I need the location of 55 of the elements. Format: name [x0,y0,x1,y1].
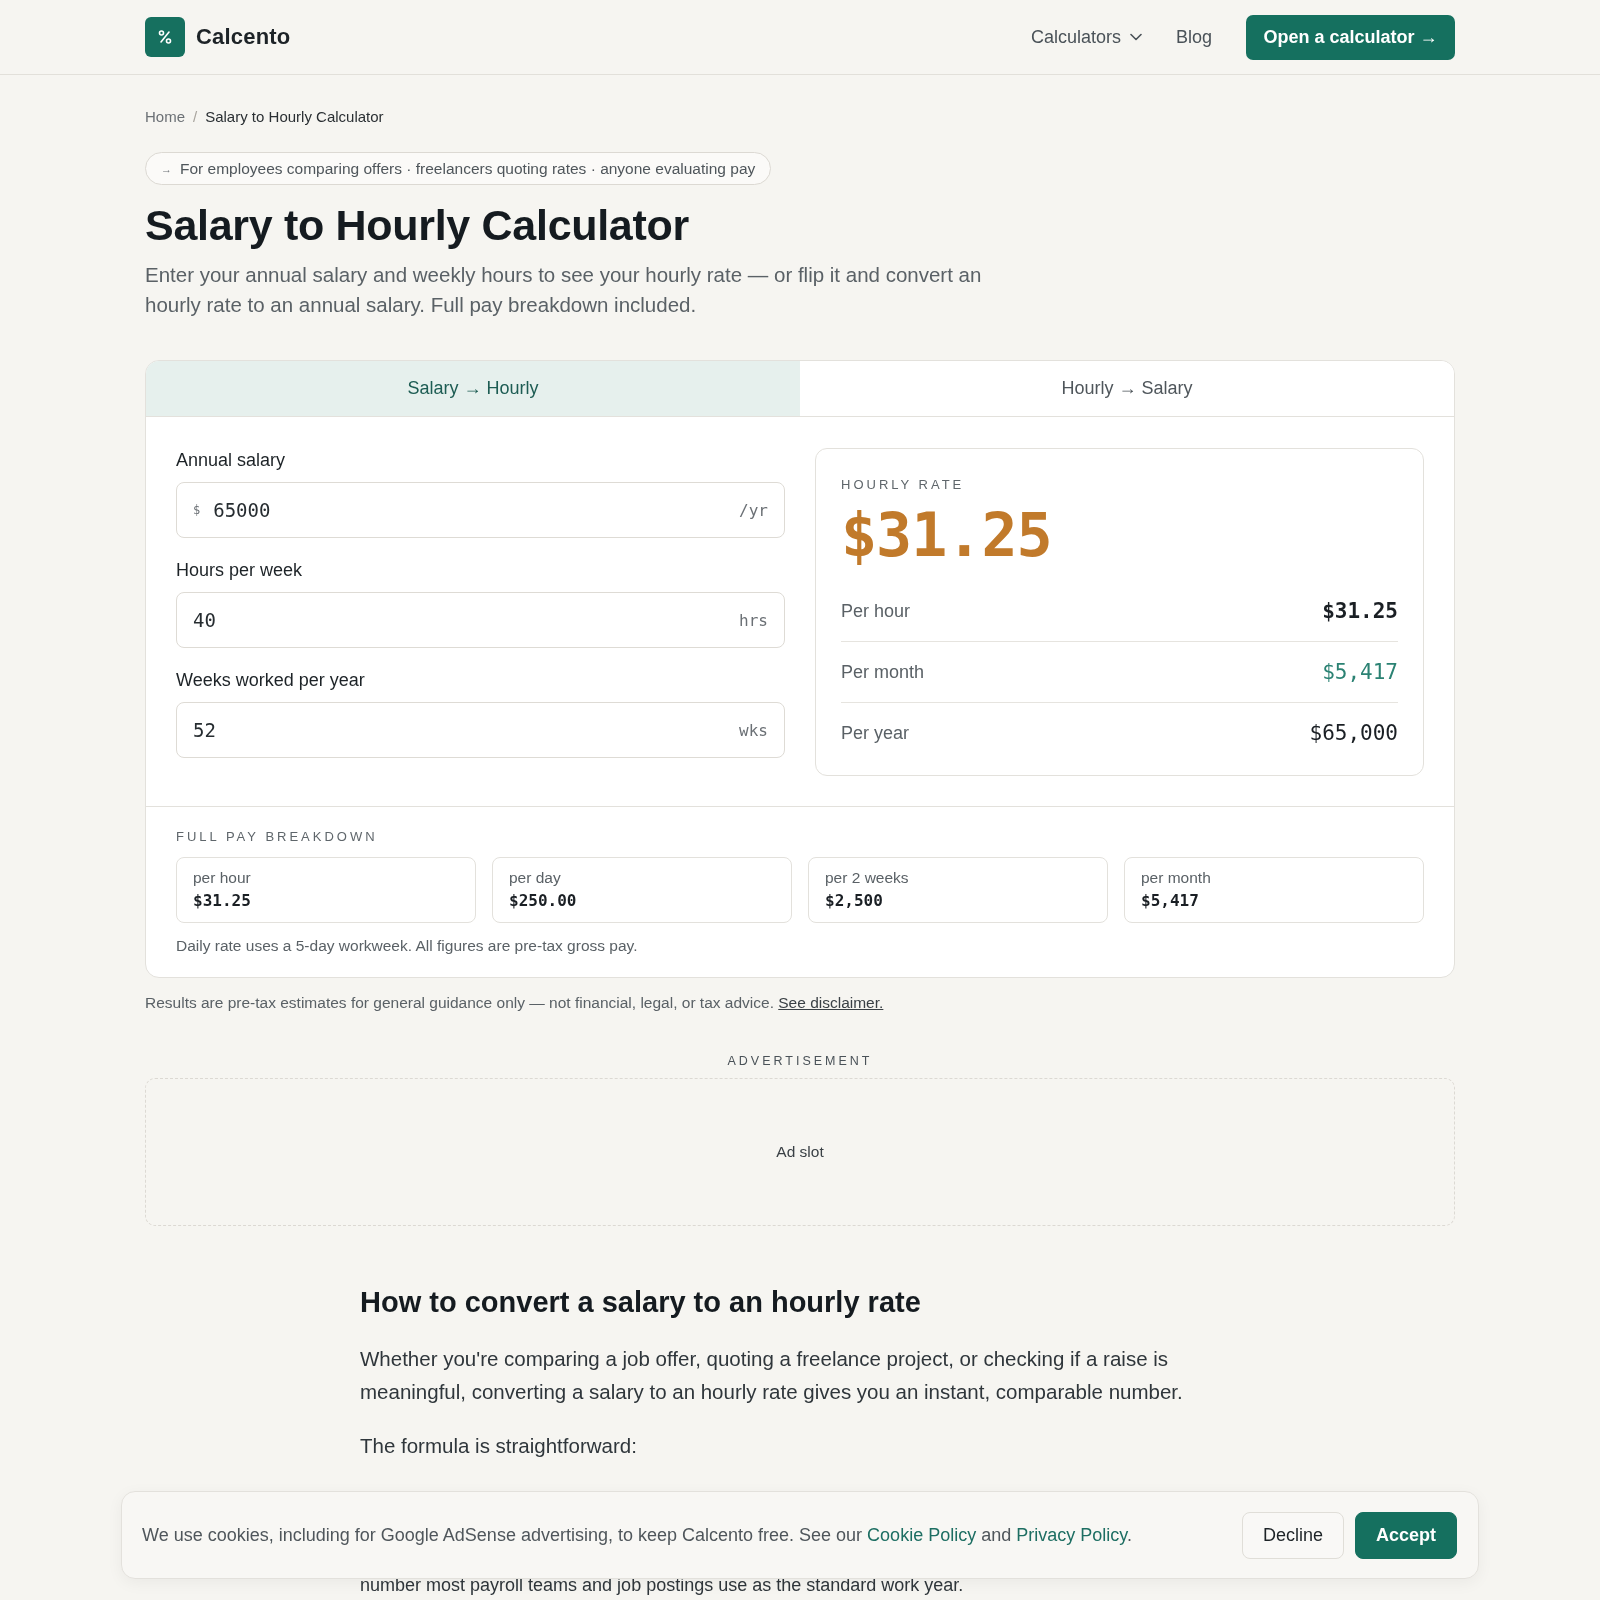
hourly-rate-value: $31.25 [841,499,1052,571]
logo-icon[interactable] [145,17,185,57]
brand-name[interactable]: Calcento [196,24,291,50]
number-field[interactable]: 40 hrs [176,592,785,648]
cookie-message: We use cookies, including for Google AdSense advertising, to keep Calcento free. See our Cookie Policy and Privacy Policy. [142,1524,1132,1546]
decline-button[interactable]: Decline [1241,1511,1344,1559]
field-label: Hours per week [176,559,303,582]
breadcrumb-link[interactable]: Home [145,107,185,125]
field-label: Weeks worked per year [176,669,365,692]
disclaimer-link[interactable]: See disclaimer. [778,994,884,1011]
breadcrumb-current: Salary to Hourly Calculator [205,107,384,125]
result-row-label: Per hour [841,600,911,622]
arrow-glyph: → [161,162,172,175]
breakdown-note: Daily rate uses a 5-day workweek. All figures are pre-tax gross pay. [176,937,638,955]
accept-button[interactable]: Accept [1354,1511,1457,1559]
advertisement-label: ADVERTISEMENT [727,1053,873,1069]
tile-value: $31.25 [193,890,251,912]
ad-slot: Ad slot [145,1078,1455,1226]
result-row-value: $5,417 [1322,660,1398,684]
tile-value: $250.00 [509,890,577,912]
result-row-label: Per year [841,722,910,744]
disclaimer-text: Results are pre-tax estimates for general guidance only — not financial, legal, or tax advice. See disclaimer. [145,994,884,1012]
tile-label: per month [1141,868,1211,888]
policy-link[interactable]: Privacy Policy [1016,1524,1127,1545]
currency-prefix: $ [193,503,201,517]
article-heading: How to convert a salary to an hourly rate [360,1285,921,1320]
tile-label: per hour [193,868,251,888]
nav-link[interactable]: Calculators [1030,26,1142,48]
result-row-label: Per month [841,661,925,683]
tile-label: per day [509,868,561,888]
article-paragraph: number most payroll teams and job postings use as the standard work year. [360,1575,964,1595]
breakdown-title: FULL PAY BREAKDOWN [176,829,378,845]
mode-tab[interactable]: Salary → Hourly [146,361,800,416]
result-row-value: $31.25 [1322,599,1398,623]
tile-value: $5,417 [1141,890,1199,912]
intro-text: Enter your annual salary and weekly hours to see your hourly rate — or flip it and convert an hourly rate to an annual salary. Full pay breakdown included. [145,262,983,318]
audience-text: For employees comparing offers · freelancers quoting rates · anyone evaluating pay [180,159,756,178]
result-row-value: $65,000 [1309,721,1398,745]
number-field[interactable]: $ 65000 /yr [176,482,785,538]
article-paragraph: Whether you're comparing a job offer, quoting a freelance project, or checking if a raise is meaningful, converting a salary to an hourly rate gives you an instant, comparable number. [360,1346,1184,1405]
article-paragraph: The formula is straightforward: [360,1433,638,1459]
unit-suffix: /yr [739,500,768,520]
result-label: HOURLY RATE [841,477,965,493]
tile-label: per 2 weeks [825,868,909,888]
policy-link[interactable]: Cookie Policy [867,1524,977,1545]
page-title: Salary to Hourly Calculator [145,201,689,249]
breadcrumb-separator: / [193,107,198,125]
unit-suffix: hrs [739,610,768,630]
chevron-down-icon [1129,33,1142,41]
nav-link[interactable]: Blog [1175,26,1212,48]
field-label: Annual salary [176,449,286,472]
tile-value: $2,500 [825,890,883,912]
number-field[interactable]: 52 wks [176,702,785,758]
unit-suffix: wks [739,720,768,740]
open-calculator-button[interactable]: Open a calculator → [1246,14,1455,60]
